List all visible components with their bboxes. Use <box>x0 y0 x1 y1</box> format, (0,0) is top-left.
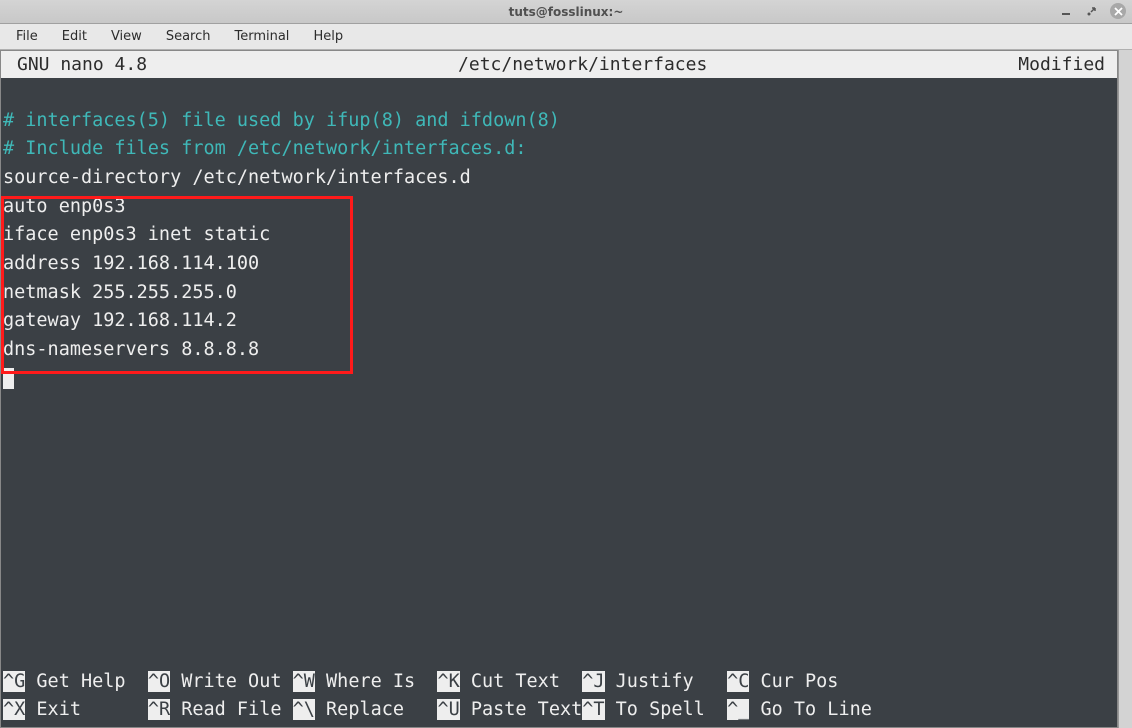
window-title: tuts@fosslinux:~ <box>509 5 624 19</box>
shortcut-label: Go To Line <box>749 699 872 720</box>
shortcut-key: ^C <box>727 671 749 692</box>
shortcut-key: ^J <box>582 671 604 692</box>
nano-status: Modified <box>1018 51 1111 78</box>
shortcut-label: To Spell <box>605 699 728 720</box>
config-line: dns-nameservers 8.8.8.8 <box>3 336 1115 365</box>
shortcut-key: ^\ <box>293 699 315 720</box>
config-line: gateway 192.168.114.2 <box>3 307 1115 336</box>
close-button[interactable] <box>1110 3 1126 19</box>
text-cursor <box>3 368 14 389</box>
shortcut-key: ^U <box>437 699 459 720</box>
shortcut-label: Paste Text <box>460 699 583 720</box>
config-line: source-directory /etc/network/interfaces… <box>3 164 1115 193</box>
shortcut-key: ^O <box>148 671 170 692</box>
nano-app-name: GNU nano 4.8 <box>7 51 147 78</box>
menu-file[interactable]: File <box>6 26 48 47</box>
shortcut-key: ^_ <box>727 699 749 720</box>
menu-view[interactable]: View <box>101 26 152 47</box>
nano-header: GNU nano 4.8 /etc/network/interfaces Mod… <box>1 51 1117 78</box>
window-controls <box>1058 3 1126 19</box>
shortcut-label: Get Help <box>25 671 148 692</box>
menu-terminal[interactable]: Terminal <box>224 26 299 47</box>
nano-shortcut-bar: ^G Get Help ^O Write Out ^W Where Is ^K … <box>1 668 1117 727</box>
shortcut-label: Read File <box>170 699 293 720</box>
shortcut-label: Write Out <box>170 671 293 692</box>
menu-edit[interactable]: Edit <box>52 26 97 47</box>
shortcut-key: ^W <box>293 671 315 692</box>
config-line: auto enp0s3 <box>3 193 1115 222</box>
maximize-button[interactable] <box>1084 3 1100 19</box>
terminal-area[interactable]: GNU nano 4.8 /etc/network/interfaces Mod… <box>0 50 1118 728</box>
shortcut-key: ^X <box>3 699 25 720</box>
shortcut-key: ^R <box>148 699 170 720</box>
minimize-button[interactable] <box>1058 3 1074 19</box>
config-line: iface enp0s3 inet static <box>3 221 1115 250</box>
shortcut-label: Justify <box>605 671 728 692</box>
comment-line: # Include files from /etc/network/interf… <box>3 135 1115 164</box>
shortcut-label: Cut Text <box>460 671 583 692</box>
shortcut-key: ^T <box>582 699 604 720</box>
shortcut-label: Cur Pos <box>749 671 872 692</box>
shortcut-key: ^K <box>437 671 459 692</box>
menu-search[interactable]: Search <box>156 26 221 47</box>
shortcut-key: ^G <box>3 671 25 692</box>
shortcut-label: Exit <box>25 699 148 720</box>
editor-content[interactable]: # interfaces(5) file used by ifup(8) and… <box>1 78 1117 668</box>
shortcut-label: Where Is <box>315 671 438 692</box>
config-line: netmask 255.255.255.0 <box>3 279 1115 308</box>
config-line: address 192.168.114.100 <box>3 250 1115 279</box>
vertical-scrollbar[interactable] <box>1118 50 1132 728</box>
menu-bar: File Edit View Search Terminal Help <box>0 24 1132 50</box>
nano-filename: /etc/network/interfaces <box>147 51 1018 78</box>
comment-line: # interfaces(5) file used by ifup(8) and… <box>3 107 1115 136</box>
window-titlebar: tuts@fosslinux:~ <box>0 0 1132 24</box>
menu-help[interactable]: Help <box>303 26 353 47</box>
shortcut-label: Replace <box>315 699 438 720</box>
